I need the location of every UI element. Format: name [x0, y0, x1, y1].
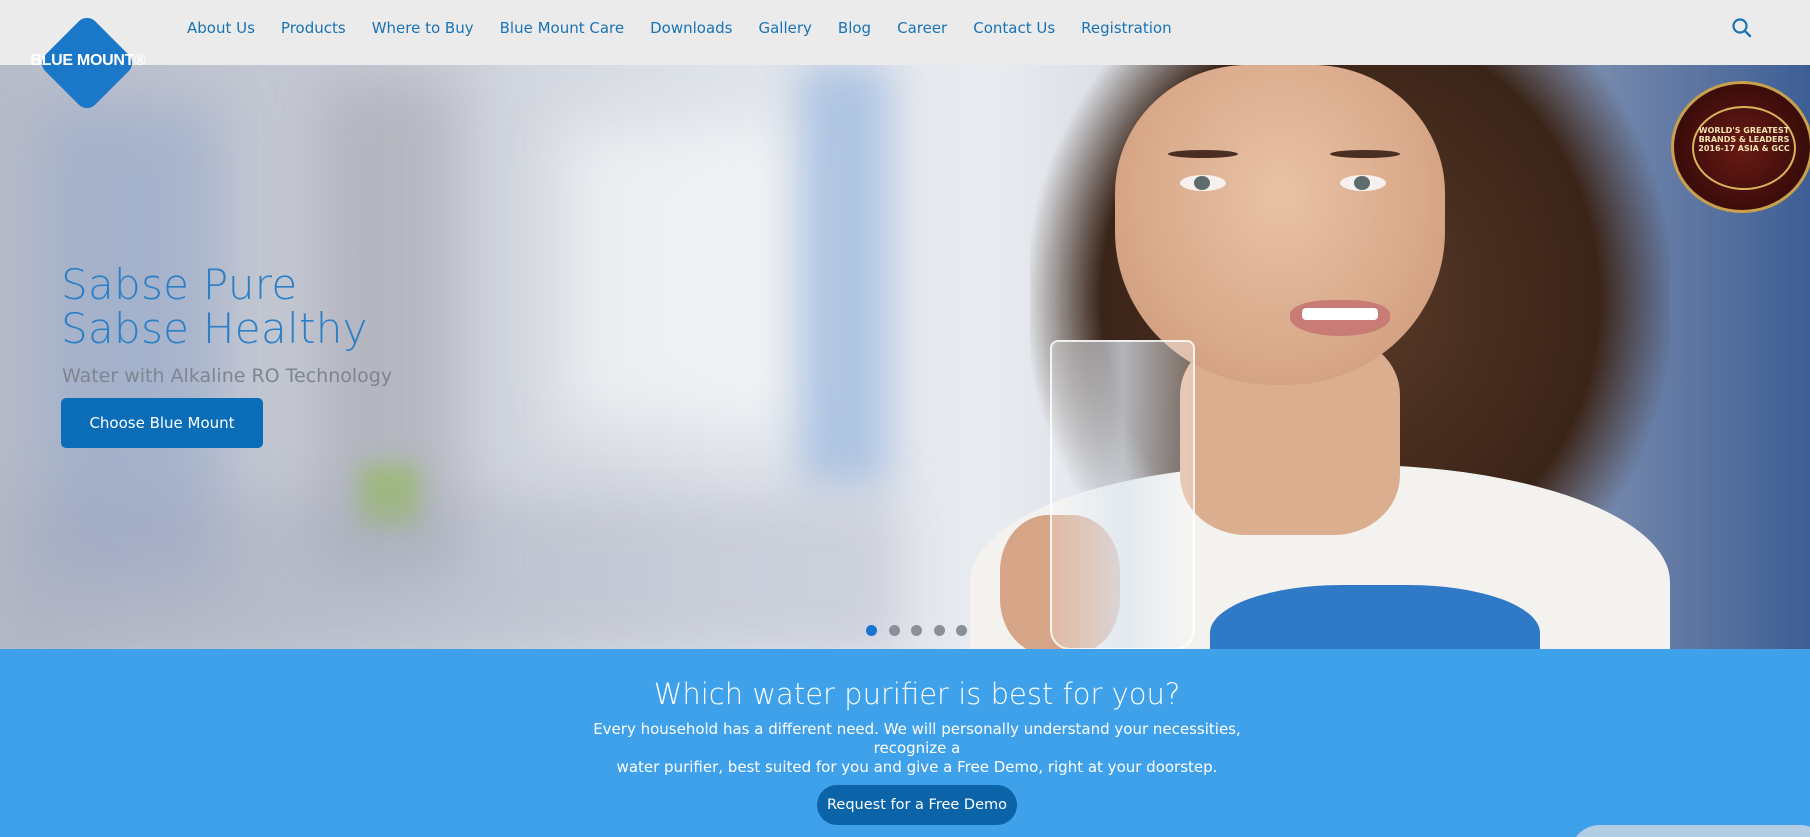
main-nav: About Us Products Where to Buy Blue Moun… — [187, 0, 1198, 56]
background-blur — [0, 495, 900, 649]
background-blur — [800, 65, 890, 485]
choose-blue-mount-button[interactable]: Choose Blue Mount — [61, 398, 263, 448]
award-badge-text: WORLD'S GREATEST BRANDS & LEADERS 2016-1… — [1698, 126, 1790, 153]
carousel-dot-2[interactable] — [888, 625, 900, 636]
site-header: About Us Products Where to Buy Blue Moun… — [0, 0, 1810, 65]
floating-chat-tab[interactable] — [1570, 825, 1810, 837]
carousel-dot-1[interactable] — [866, 625, 877, 636]
nav-item-where-to-buy[interactable]: Where to Buy — [372, 19, 474, 37]
model-smile — [1290, 300, 1390, 336]
section-description: Every household has a different need. We… — [555, 720, 1279, 777]
model-brow — [1168, 150, 1238, 158]
hero-banner: WORLD'S GREATEST BRANDS & LEADERS 2016-1… — [0, 65, 1810, 649]
brand-logo[interactable]: BLUE MOUNT® — [15, 13, 161, 113]
nav-item-blue-mount-care[interactable]: Blue Mount Care — [500, 19, 624, 37]
nav-item-registration[interactable]: Registration — [1081, 19, 1171, 37]
award-badge: WORLD'S GREATEST BRANDS & LEADERS 2016-1… — [1671, 81, 1810, 213]
model-brow — [1330, 150, 1400, 158]
nav-item-products[interactable]: Products — [281, 19, 346, 37]
section-description-line1: Every household has a different need. We… — [593, 720, 1241, 757]
purifier-finder-section: Which water purifier is best for you? Ev… — [0, 649, 1810, 837]
hero-title: Sabse Pure Sabse Healthy — [61, 263, 368, 351]
background-blur — [560, 125, 800, 425]
nav-item-blog[interactable]: Blog — [838, 19, 871, 37]
section-description-line2: water purifier, best suited for you and … — [616, 758, 1218, 776]
request-free-demo-button[interactable]: Request for a Free Demo — [817, 785, 1017, 825]
hero-title-line1: Sabse Pure — [61, 260, 298, 309]
nav-item-gallery[interactable]: Gallery — [758, 19, 811, 37]
carousel-dot-4[interactable] — [933, 625, 945, 636]
nav-item-career[interactable]: Career — [897, 19, 947, 37]
hero-subtitle: Water with Alkaline RO Technology — [62, 365, 393, 387]
logo-text: BLUE MOUNT® — [30, 52, 146, 69]
nav-item-downloads[interactable]: Downloads — [650, 19, 732, 37]
nav-item-contact-us[interactable]: Contact Us — [973, 19, 1055, 37]
carousel-dot-5[interactable] — [956, 625, 967, 636]
section-title: Which water purifier is best for you? — [653, 677, 1181, 711]
model-eye — [1340, 175, 1386, 191]
model-eye — [1180, 175, 1226, 191]
search-icon[interactable] — [1731, 17, 1753, 39]
model-top — [1210, 585, 1540, 649]
nav-item-about-us[interactable]: About Us — [187, 19, 255, 37]
model-face — [1115, 65, 1445, 385]
carousel-dot-3[interactable] — [911, 625, 922, 636]
hero-title-line2: Sabse Healthy — [61, 304, 368, 353]
water-glass — [1050, 340, 1195, 649]
carousel-dots — [866, 625, 979, 636]
